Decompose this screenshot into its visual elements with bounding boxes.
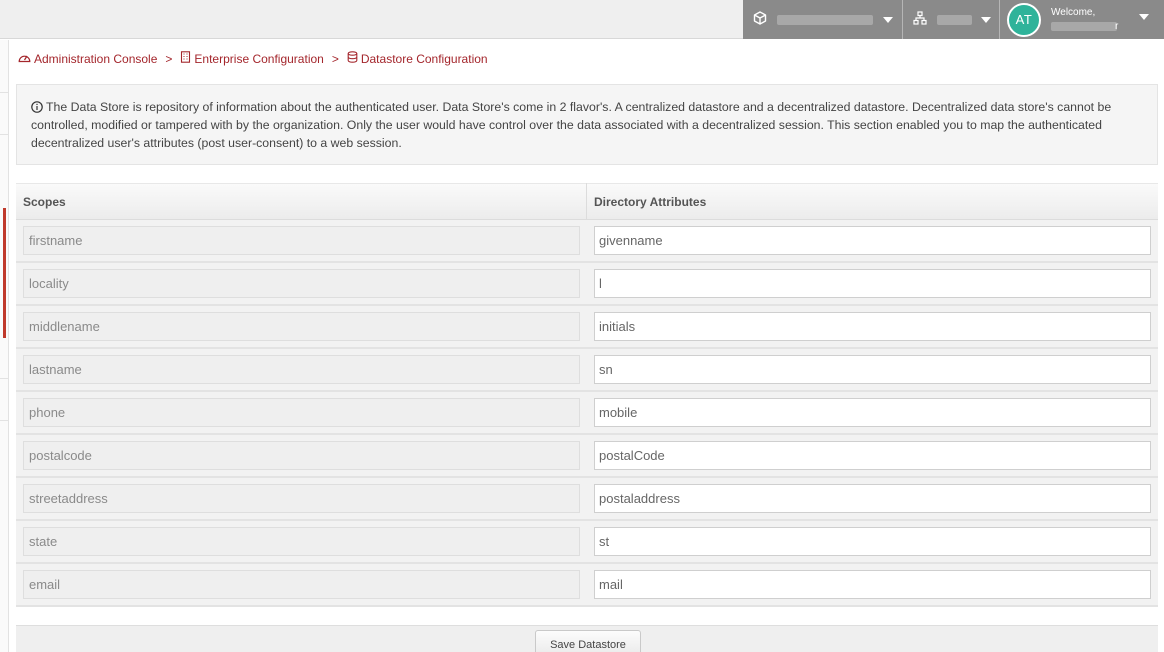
form-footer: Save Datastore: [16, 625, 1158, 652]
directory-attribute-input[interactable]: [594, 398, 1151, 427]
table-header: Scopes Directory Attributes: [16, 183, 1158, 220]
table-row: middlename: [16, 306, 1158, 349]
product-name-redacted: [777, 14, 873, 25]
table-row: postalcode: [16, 435, 1158, 478]
table-row: firstname: [16, 220, 1158, 263]
directory-attribute-input[interactable]: [594, 312, 1151, 341]
table-row: streetaddress: [16, 478, 1158, 521]
table-row: email: [16, 564, 1158, 607]
scope-field: postalcode: [23, 441, 580, 470]
left-sidebar-collapsed: [0, 40, 9, 652]
scopes-column-header: Scopes: [16, 183, 587, 220]
active-nav-marker: [3, 208, 6, 338]
user-name-redacted: [1051, 22, 1117, 31]
building-icon: [180, 51, 194, 66]
table-row: state: [16, 521, 1158, 564]
scope-field: locality: [23, 269, 580, 298]
table-row: lastname: [16, 349, 1158, 392]
scope-field: phone: [23, 398, 580, 427]
directory-attribute-input[interactable]: [594, 527, 1151, 556]
breadcrumb-separator: >: [165, 51, 173, 66]
breadcrumb-label: Datastore Configuration: [360, 51, 488, 66]
table-row: locality: [16, 263, 1158, 306]
header-controls: AT Welcome, r: [743, 0, 1164, 39]
scope-field: email: [23, 570, 580, 599]
sitemap-icon: [913, 11, 927, 28]
chevron-down-icon: [981, 16, 991, 23]
breadcrumb-separator: >: [331, 51, 339, 66]
scope-field: middlename: [23, 312, 580, 341]
info-text: The Data Store is repository of informat…: [31, 100, 1112, 150]
welcome-text: Welcome, r: [1051, 7, 1118, 33]
attributes-column-header: Directory Attributes: [594, 194, 707, 209]
datastore-mapping-table: Scopes Directory Attributes firstname lo…: [16, 183, 1158, 607]
scope-field: state: [23, 527, 580, 556]
directory-attribute-input[interactable]: [594, 269, 1151, 298]
breadcrumb-enterprise-configuration[interactable]: Enterprise Configuration: [180, 51, 324, 66]
top-bar: AT Welcome, r: [0, 0, 1164, 39]
tenant-name-redacted: [937, 14, 972, 25]
table-row: phone: [16, 392, 1158, 435]
cube-icon: [753, 11, 767, 28]
avatar: AT: [1007, 2, 1041, 37]
scope-field: lastname: [23, 355, 580, 384]
dashboard-icon: [18, 52, 34, 66]
chevron-down-icon: [883, 16, 893, 23]
directory-attribute-input[interactable]: [594, 355, 1151, 384]
welcome-label: Welcome,: [1051, 6, 1096, 18]
breadcrumb: Administration Console > Enterprise Conf…: [18, 51, 488, 66]
directory-attribute-input[interactable]: [594, 226, 1151, 255]
tenant-selector[interactable]: [902, 0, 999, 39]
save-datastore-button[interactable]: Save Datastore: [535, 630, 641, 652]
scope-field: firstname: [23, 226, 580, 255]
database-icon: [347, 51, 361, 66]
breadcrumb-label: Enterprise Configuration: [194, 51, 324, 66]
product-selector[interactable]: [743, 0, 902, 39]
chevron-down-icon: [1139, 14, 1149, 20]
breadcrumb-datastore-configuration[interactable]: Datastore Configuration: [347, 51, 488, 66]
info-icon: [31, 100, 46, 114]
user-menu[interactable]: AT Welcome, r: [999, 0, 1164, 39]
user-name-tail: r: [1115, 20, 1119, 32]
breadcrumb-label: Administration Console: [34, 51, 158, 66]
directory-attribute-input[interactable]: [594, 484, 1151, 513]
directory-attribute-input[interactable]: [594, 441, 1151, 470]
directory-attribute-input[interactable]: [594, 570, 1151, 599]
scope-field: streetaddress: [23, 484, 580, 513]
breadcrumb-administration-console[interactable]: Administration Console: [18, 52, 157, 66]
info-panel: The Data Store is repository of informat…: [16, 84, 1158, 165]
